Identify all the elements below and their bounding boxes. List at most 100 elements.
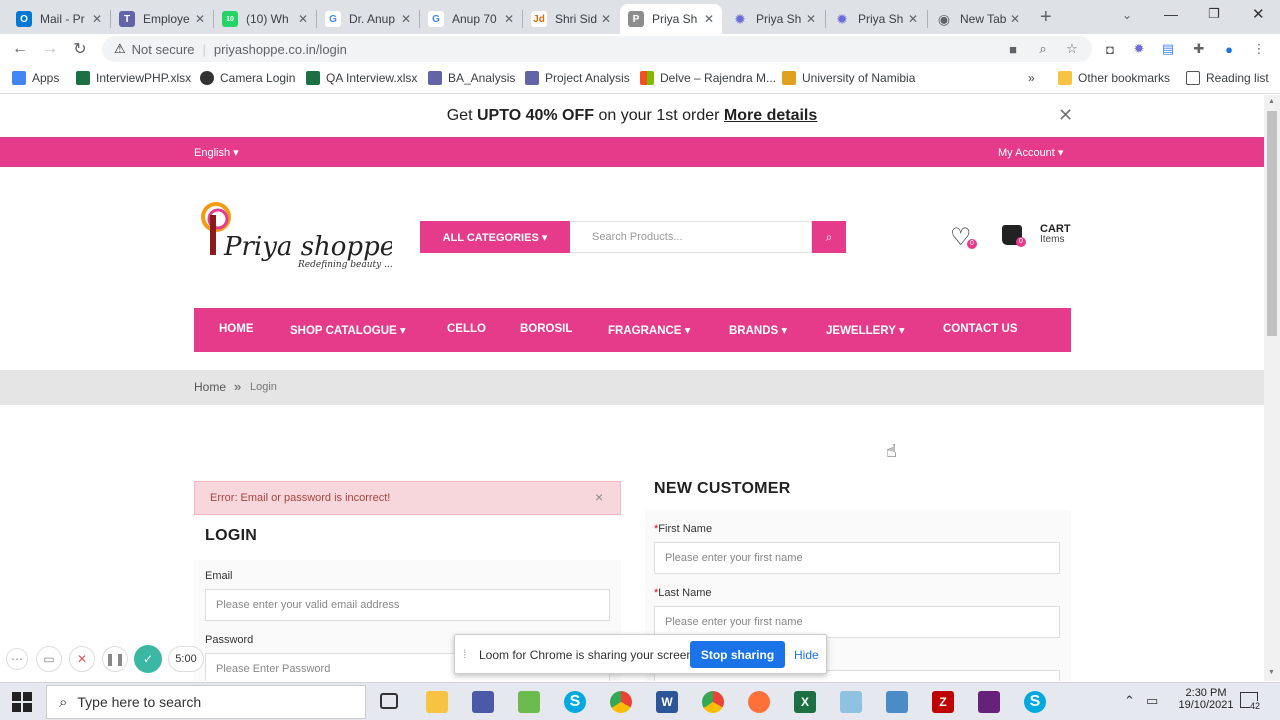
other-bookmarks[interactable]: Other bookmarks — [1058, 71, 1170, 85]
hide-button[interactable]: Hide — [794, 648, 819, 662]
tab-dr-anup[interactable]: G Dr. Anup ✕ — [317, 4, 419, 34]
close-icon[interactable]: ✕ — [1010, 12, 1020, 26]
profile-icon[interactable]: ● — [1220, 40, 1238, 58]
nav-jewellery[interactable]: JEWELLERY ▾ — [826, 323, 905, 337]
word-icon[interactable]: W — [656, 691, 678, 713]
all-categories-dropdown[interactable]: ALL CATEGORIES ▾ — [420, 221, 570, 253]
scrollbar-thumb[interactable] — [1267, 111, 1277, 336]
tab-new-tab[interactable]: ◉ New Tab ✕ — [928, 4, 1028, 34]
bookmark-qa-interview[interactable]: QA Interview.xlsx — [306, 71, 417, 85]
clock[interactable]: 2:30 PM 19/10/2021 — [1176, 687, 1236, 711]
bookmark-project-analysis[interactable]: Project Analysis — [525, 71, 630, 85]
close-icon[interactable]: ✕ — [92, 12, 102, 26]
scroll-up-icon[interactable]: ▲ — [1268, 98, 1275, 105]
tab-priya-active[interactable]: P Priya Sh ✕ — [620, 4, 722, 34]
visual-studio-icon[interactable] — [978, 691, 1000, 713]
bookmark-namibia[interactable]: University of Namibia — [782, 71, 915, 85]
nav-fragrance[interactable]: FRAGRANCE ▾ — [608, 323, 690, 337]
close-icon[interactable]: ✕ — [504, 12, 514, 26]
first-name-field[interactable]: Please enter your first name — [654, 542, 1060, 574]
nav-borosil[interactable]: BOROSIL — [520, 323, 572, 335]
more-details-link[interactable]: More details — [724, 107, 817, 125]
address-bar[interactable]: ⚠ Not secure | priyashoppe.co.in/login — [102, 36, 1092, 62]
tab-mail[interactable]: O Mail - Pr ✕ — [8, 4, 110, 34]
bookmark-delve[interactable]: Delve – Rajendra M... — [640, 71, 776, 85]
bookmark-camera-login[interactable]: Camera Login — [200, 71, 295, 85]
zoom-icon[interactable]: ⌕ — [1034, 40, 1052, 58]
minimize-icon[interactable]: — — [1164, 6, 1178, 22]
my-account-menu[interactable]: My Account ▾ — [998, 146, 1063, 159]
language-selector[interactable]: English ▾ — [194, 146, 239, 159]
taskbar-search[interactable]: ⌕ Type here to search — [46, 685, 366, 719]
filezilla-icon[interactable]: Z — [932, 691, 954, 713]
network-icon[interactable]: ▭ — [1146, 693, 1158, 709]
wishlist-button[interactable]: ♡ 0 — [950, 223, 977, 252]
reading-list[interactable]: Reading list — [1186, 71, 1269, 85]
promo-close-icon[interactable]: ✕ — [1058, 105, 1073, 126]
nav-home[interactable]: HOME — [219, 323, 254, 335]
tab-priya-2[interactable]: ✹ Priya Sh ✕ — [724, 4, 824, 34]
tab-search-icon[interactable]: ⌄ — [1122, 8, 1132, 22]
forward-icon[interactable]: → — [38, 37, 62, 61]
reload-icon[interactable]: ↻ — [68, 37, 92, 61]
close-icon[interactable]: ✕ — [704, 12, 714, 26]
bookmark-ba-analysis[interactable]: BA_Analysis — [428, 71, 515, 85]
loom-camera-icon[interactable]: ▭ — [36, 646, 62, 672]
extension-gear-icon[interactable]: ✹ — [1130, 40, 1148, 58]
error-close-icon[interactable]: × — [595, 489, 603, 505]
notepad-icon[interactable] — [518, 691, 540, 713]
window-close-icon[interactable]: ✕ — [1252, 5, 1265, 23]
menu-icon[interactable]: ⋮ — [1250, 40, 1268, 58]
file-explorer-icon[interactable] — [426, 691, 448, 713]
skype-icon[interactable]: S — [1024, 691, 1046, 713]
loom-more-icon[interactable]: ⋯ — [6, 648, 28, 670]
nav-cello[interactable]: CELLO — [447, 323, 486, 335]
close-icon[interactable]: ✕ — [298, 12, 308, 26]
tab-whatsapp[interactable]: 10 (10) Wh ✕ — [214, 4, 316, 34]
nav-brands[interactable]: BRANDS ▾ — [729, 323, 787, 337]
email-field[interactable]: Please enter your valid email address — [205, 589, 610, 621]
tab-teams[interactable]: T Employe ✕ — [111, 4, 213, 34]
breadcrumb-home[interactable]: Home — [194, 380, 226, 394]
chrome-icon[interactable] — [610, 691, 632, 713]
close-icon[interactable]: ✕ — [806, 12, 816, 26]
loom-pause-icon[interactable]: ❚❚ — [102, 646, 128, 672]
app-icon[interactable] — [472, 691, 494, 713]
nav-shop-catalogue[interactable]: SHOP CATALOGUE ▾ — [290, 323, 406, 337]
puzzle-icon[interactable]: ✚ — [1190, 40, 1208, 58]
back-icon[interactable]: ← — [8, 37, 32, 61]
app-icon[interactable] — [886, 691, 908, 713]
bookmarks-more-icon[interactable]: » — [1028, 71, 1035, 85]
skype-icon[interactable]: S — [564, 691, 586, 713]
close-icon[interactable]: ✕ — [401, 12, 411, 26]
tab-justdial[interactable]: Jd Shri Sidd ✕ — [523, 4, 619, 34]
chrome-active-icon[interactable] — [702, 691, 724, 713]
site-logo[interactable]: Priya shoppe Redefining beauty ... — [198, 197, 395, 273]
cart-button[interactable]: 0 CART Items — [1002, 221, 1071, 247]
drag-handle-icon[interactable]: ⁞ — [463, 647, 466, 661]
tab-priya-3[interactable]: ✹ Priya Sh ✕ — [826, 4, 926, 34]
loom-finish-icon[interactable]: ✓ — [134, 645, 162, 673]
search-input[interactable]: Search Products... — [570, 221, 812, 253]
restore-icon[interactable]: ❐ — [1208, 6, 1220, 22]
windows-start-icon[interactable] — [12, 692, 32, 712]
task-view-icon[interactable] — [380, 693, 398, 709]
page-scrollbar[interactable]: ▲ ▼ — [1264, 95, 1280, 681]
stop-sharing-button[interactable]: Stop sharing — [690, 641, 785, 668]
bookmark-apps[interactable]: Apps — [12, 71, 59, 85]
nav-contact-us[interactable]: CONTACT US — [943, 323, 1018, 335]
extension-window-icon[interactable]: ▤ — [1159, 40, 1177, 58]
new-tab-icon[interactable]: + — [1040, 6, 1052, 29]
star-icon[interactable]: ☆ — [1063, 40, 1081, 58]
tab-anup[interactable]: G Anup 70 ✕ — [420, 4, 522, 34]
close-icon[interactable]: ✕ — [601, 12, 611, 26]
tray-chevron-icon[interactable]: ⌃ — [1124, 693, 1135, 709]
close-icon[interactable]: ✕ — [195, 12, 205, 26]
app-icon[interactable] — [840, 691, 862, 713]
screenshot-icon[interactable]: ◘ — [1101, 40, 1119, 58]
bookmark-interviewphp[interactable]: InterviewPHP.xlsx — [76, 71, 191, 85]
close-icon[interactable]: ✕ — [908, 12, 918, 26]
scroll-down-icon[interactable]: ▼ — [1268, 669, 1275, 676]
search-button[interactable]: ⌕ — [812, 221, 846, 253]
camera-icon[interactable]: ■ — [1004, 40, 1022, 58]
